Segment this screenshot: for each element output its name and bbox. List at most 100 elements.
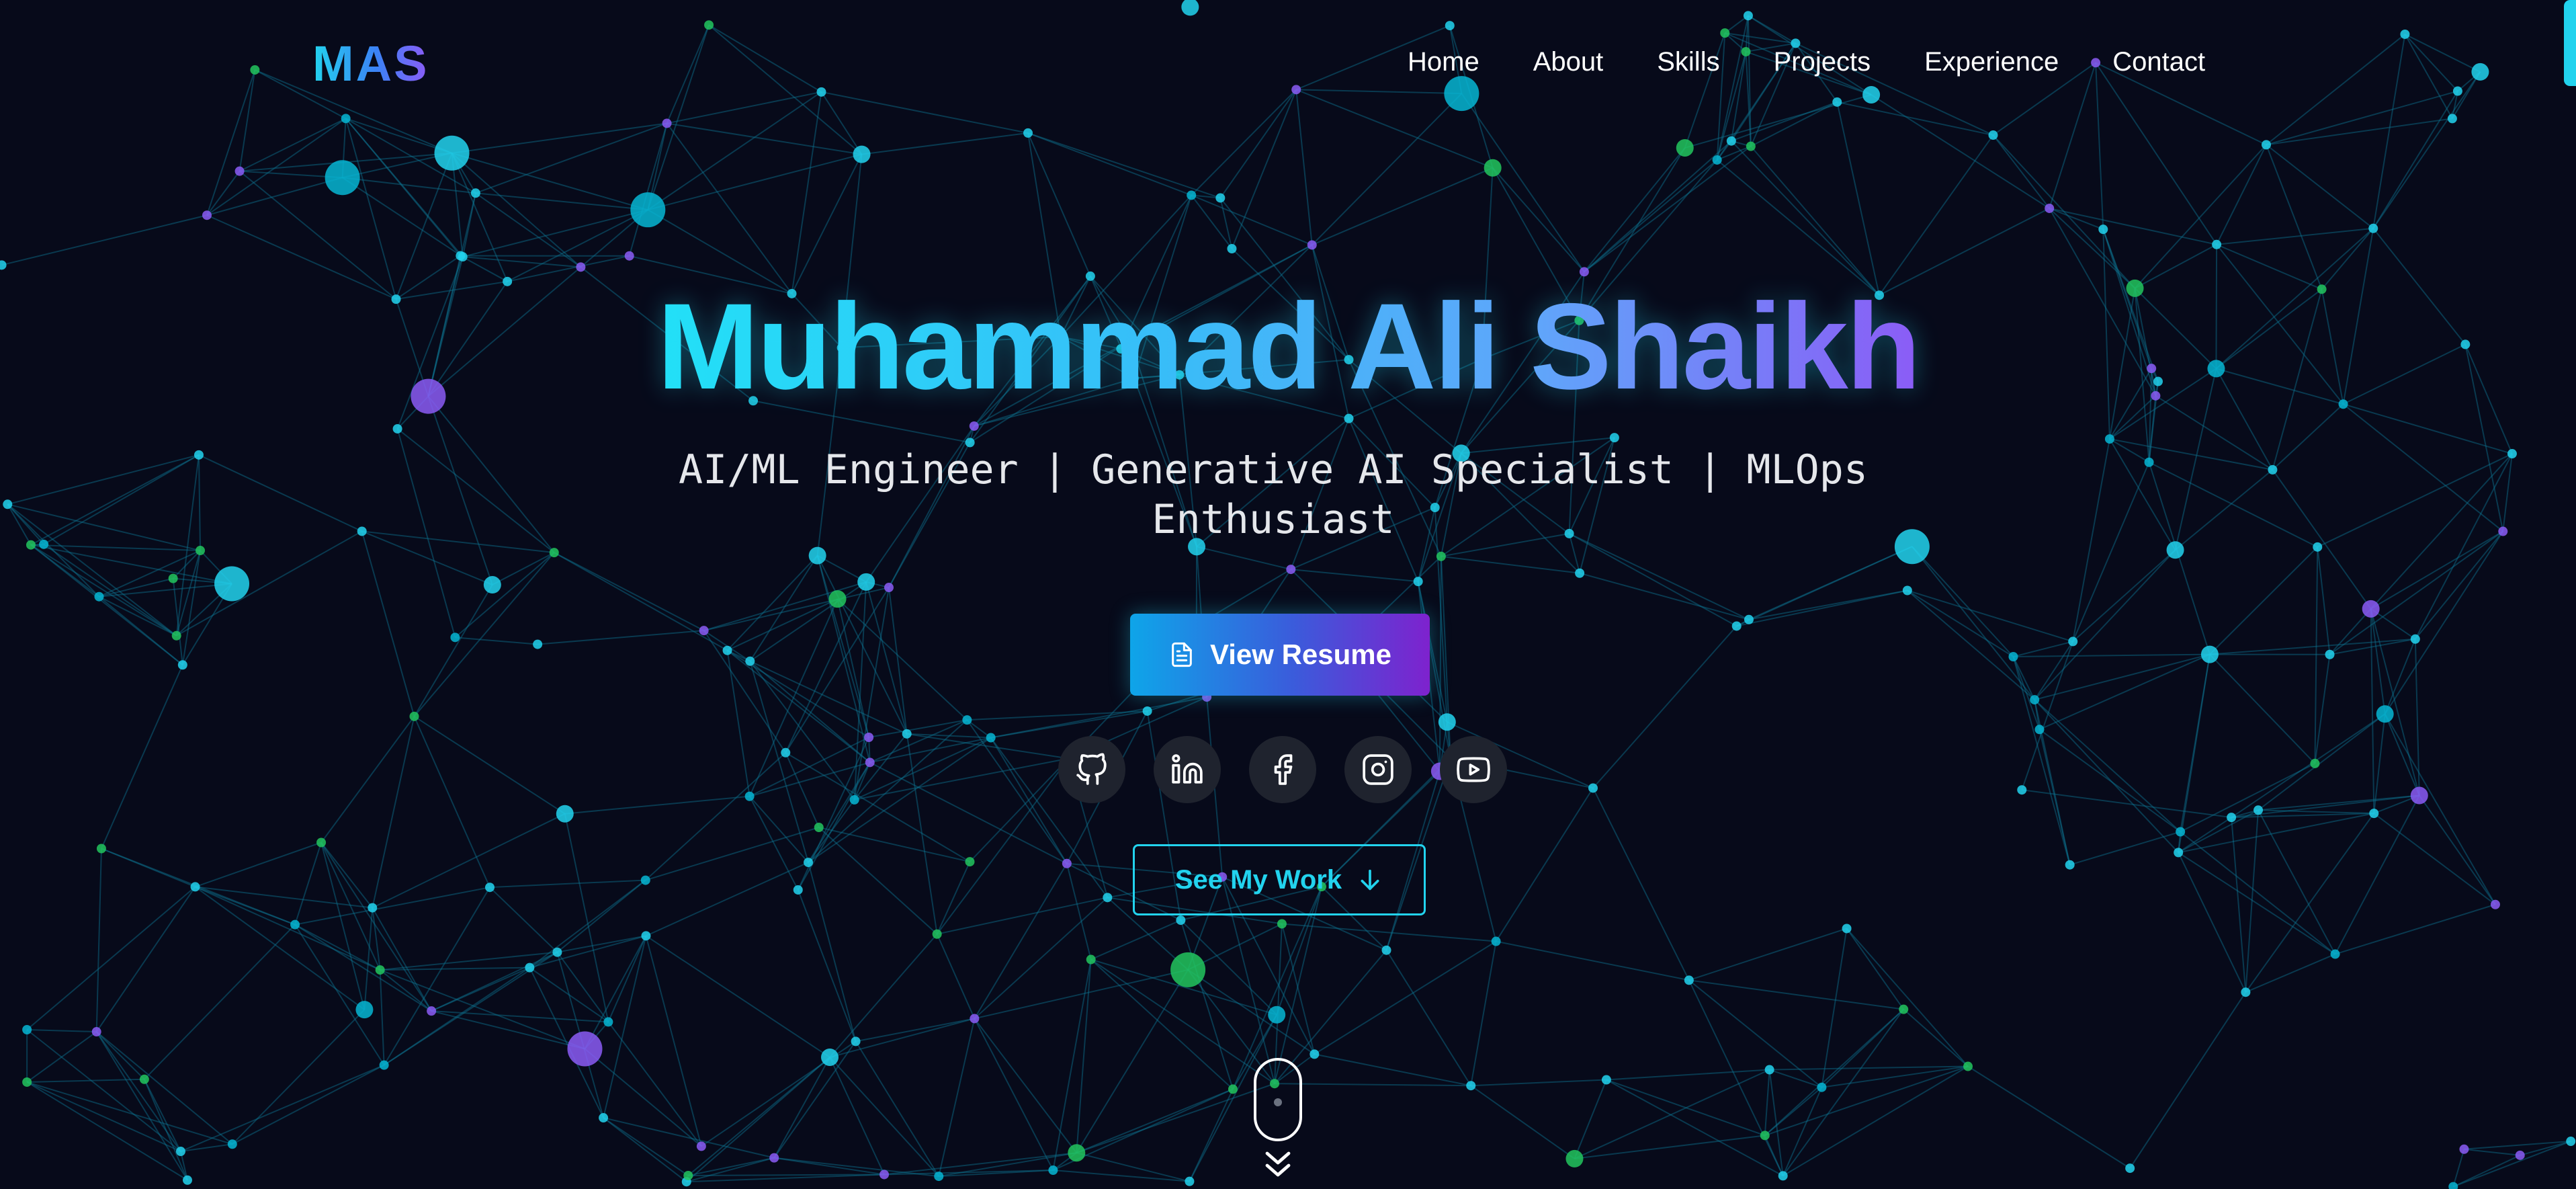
network-node: [641, 931, 651, 941]
scroll-down-mouse-icon[interactable]: [1254, 1058, 1302, 1141]
network-node: [2008, 651, 2018, 661]
network-line: [2370, 608, 2386, 714]
network-node: [2166, 541, 2184, 559]
linkedin-link[interactable]: [1154, 736, 1221, 803]
network-line: [30, 454, 200, 546]
network-line: [452, 152, 648, 211]
network-node: [1086, 954, 1096, 965]
network-line: [232, 1009, 366, 1145]
github-link[interactable]: [1058, 736, 1125, 803]
network-line: [854, 757, 1069, 801]
network-line: [2452, 1149, 2465, 1187]
network-line: [1592, 625, 1737, 789]
network-line: [2418, 794, 2496, 905]
nav-link-experience[interactable]: Experience: [1924, 47, 2059, 77]
brand-logo[interactable]: MAS: [312, 35, 429, 92]
network-node: [2310, 758, 2320, 768]
network-line: [26, 1029, 181, 1152]
network-node: [409, 711, 419, 721]
network-node: [1676, 138, 1694, 157]
network-node: [1743, 11, 1753, 21]
network-node: [1744, 614, 1754, 624]
network-node: [1601, 1075, 1611, 1085]
network-line: [2258, 713, 2386, 811]
network-node: [1902, 585, 1912, 596]
nav-link-about[interactable]: About: [1533, 47, 1604, 77]
network-line: [2372, 71, 2481, 229]
network-node: [196, 546, 206, 556]
network-node: [1899, 1004, 1909, 1014]
mouse-wheel-dot: [1274, 1098, 1282, 1106]
network-line: [1027, 132, 1192, 196]
network-line: [2335, 903, 2496, 955]
network-line: [667, 122, 862, 155]
page-scroll-indicator[interactable]: [2564, 0, 2576, 86]
network-node: [1862, 85, 1881, 104]
network-line: [1836, 101, 1881, 296]
network-node: [434, 135, 470, 171]
network-node: [769, 1153, 779, 1163]
network-node: [1445, 21, 1455, 31]
network-line: [2178, 654, 2210, 853]
network-line: [26, 1031, 97, 1083]
network-line: [2314, 546, 2319, 764]
network-line: [2384, 713, 2496, 905]
network-node: [2104, 434, 2114, 444]
network-line: [1821, 1065, 1969, 1088]
network-node: [1684, 975, 1694, 985]
network-line: [607, 1021, 702, 1147]
network-node: [599, 1113, 609, 1123]
network-line: [785, 751, 970, 862]
nav-link-skills[interactable]: Skills: [1657, 47, 1719, 77]
network-node: [1185, 1176, 1195, 1186]
network-line: [206, 177, 343, 216]
network-line: [936, 934, 976, 1019]
network-line: [2384, 530, 2504, 714]
network-line: [2370, 453, 2513, 610]
main-nav: Home About Skills Projects Experience Co…: [1408, 47, 2205, 77]
network-node: [1268, 1006, 1286, 1024]
network-line: [2180, 763, 2315, 833]
view-resume-label: View Resume: [1209, 639, 1392, 670]
network-node: [470, 188, 480, 198]
network-line: [180, 1064, 385, 1152]
network-node: [969, 421, 979, 431]
network-line: [143, 1079, 188, 1181]
network-line: [172, 578, 183, 665]
network-line: [1295, 89, 1313, 245]
network-line: [1907, 589, 2035, 700]
network-node: [965, 857, 975, 867]
network-line: [1027, 132, 1091, 277]
instagram-link[interactable]: [1344, 736, 1412, 803]
network-line: [1296, 89, 1462, 95]
network-line: [703, 587, 890, 632]
facebook-link[interactable]: [1249, 736, 1316, 803]
network-node: [1227, 244, 1237, 254]
network-node: [2098, 224, 2108, 235]
network-line: [1903, 1008, 1969, 1067]
network-node: [1746, 141, 1756, 151]
youtube-link[interactable]: [1440, 736, 1507, 803]
network-line: [2414, 453, 2513, 640]
network-line: [564, 813, 609, 1022]
network-node: [851, 1036, 861, 1047]
youtube-icon: [1457, 757, 1490, 782]
nav-link-projects[interactable]: Projects: [1774, 47, 1871, 77]
network-line: [1769, 1069, 1822, 1088]
network-node: [662, 118, 672, 128]
network-line: [2134, 144, 2267, 289]
see-my-work-button[interactable]: See My Work: [1133, 844, 1426, 915]
network-node: [2369, 809, 2379, 819]
nav-link-home[interactable]: Home: [1408, 47, 1479, 77]
network-node: [2065, 860, 2075, 870]
network-line: [708, 24, 822, 93]
network-line: [101, 664, 183, 849]
network-line: [26, 886, 196, 1030]
view-resume-button[interactable]: View Resume: [1130, 614, 1430, 696]
network-node: [849, 794, 859, 805]
network-node: [1103, 893, 1113, 903]
network-node: [2362, 600, 2380, 618]
network-node: [2459, 1144, 2469, 1154]
nav-link-contact[interactable]: Contact: [2112, 47, 2205, 77]
network-line: [1688, 979, 1904, 1010]
